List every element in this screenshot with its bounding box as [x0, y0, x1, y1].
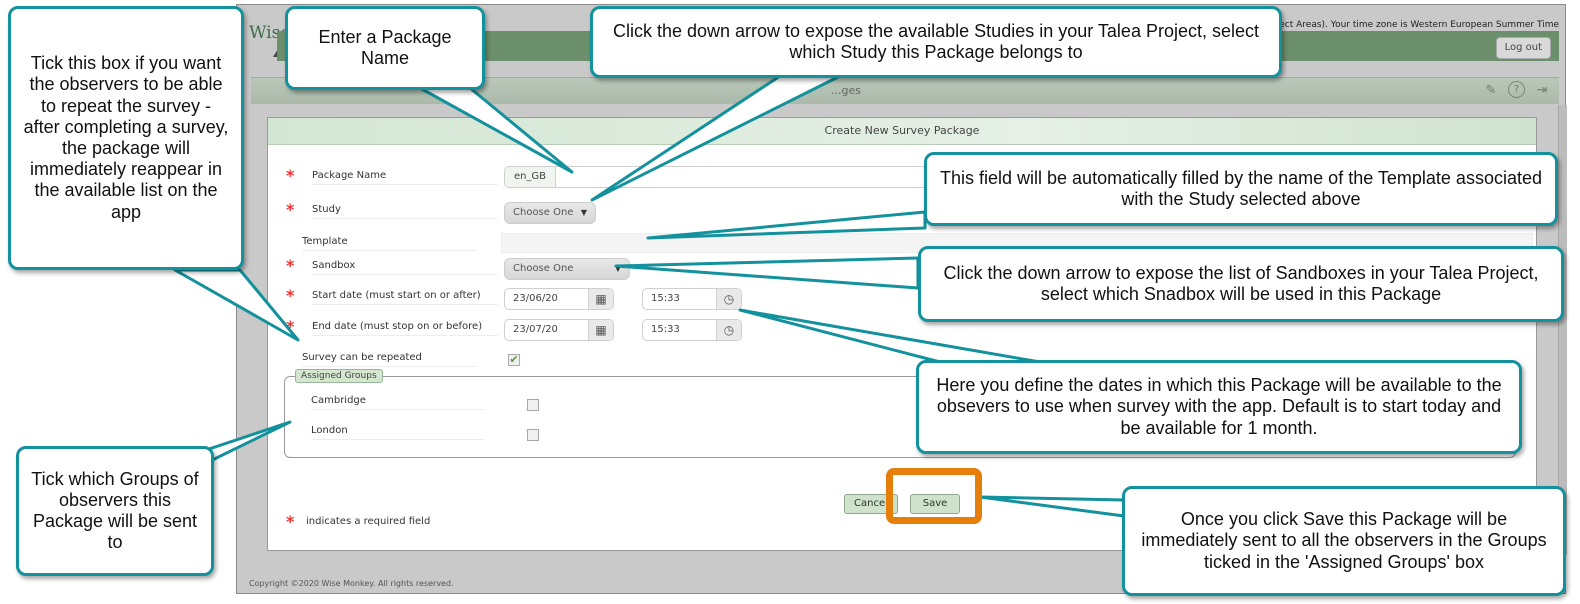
copyright-text: Copyright ©2020 Wise Monkey. All rights … — [249, 579, 454, 588]
exit-icon[interactable]: ⇥ — [1533, 81, 1551, 99]
start-time-value: 15:33 — [651, 293, 680, 304]
callout-package-name: Enter a Package Name — [285, 6, 485, 90]
repeat-checkbox[interactable]: ✔ — [508, 354, 520, 366]
group-checkbox-london[interactable] — [527, 429, 539, 441]
calendar-icon[interactable]: ▦ — [588, 320, 613, 340]
callout-study: Click the down arrow to expose the avail… — [590, 6, 1282, 78]
callout-sandbox: Click the down arrow to expose the list … — [918, 246, 1564, 322]
end-date-label: End date (must stop on or before) — [312, 321, 498, 336]
callout-repeat: Tick this box if you want the observers … — [8, 6, 244, 270]
callout-save: Once you click Save this Package will be… — [1122, 486, 1566, 596]
study-label: Study — [312, 204, 498, 219]
assigned-groups-legend: Assigned Groups — [295, 369, 383, 383]
end-date-value: 23/07/20 — [513, 324, 558, 335]
required-marker: * — [286, 256, 295, 275]
repeat-label: Survey can be repeated — [302, 352, 476, 367]
required-note: indicates a required field — [306, 516, 431, 527]
required-marker: * — [286, 200, 295, 219]
group-label-cambridge: Cambridge — [311, 395, 485, 410]
calendar-icon[interactable]: ▦ — [588, 289, 613, 309]
group-checkbox-cambridge[interactable] — [527, 399, 539, 411]
sandbox-label: Sandbox — [312, 260, 498, 275]
end-time-input[interactable]: 15:33 ◷ — [642, 319, 742, 341]
callout-dates: Here you define the dates in which this … — [916, 360, 1522, 454]
help-icon[interactable]: ? — [1508, 81, 1525, 98]
start-time-input[interactable]: 15:33 ◷ — [642, 288, 742, 310]
callout-groups: Tick which Groups of observers this Pack… — [16, 446, 214, 576]
pencil-icon[interactable]: ✎ — [1482, 81, 1500, 99]
template-label: Template — [302, 236, 476, 251]
save-highlight-box — [886, 468, 982, 524]
start-date-input[interactable]: 23/06/20 ▦ — [504, 288, 614, 310]
clock-icon[interactable]: ◷ — [716, 289, 741, 309]
group-label-london: London — [311, 425, 485, 440]
required-marker: * — [286, 317, 295, 336]
package-name-label: Package Name — [312, 170, 498, 185]
start-date-value: 23/06/20 — [513, 293, 558, 304]
form-title: Create New Survey Package — [268, 118, 1536, 145]
start-date-label: Start date (must start on or after) — [312, 290, 498, 305]
end-date-input[interactable]: 23/07/20 ▦ — [504, 319, 614, 341]
callout-template: This field will be automatically filled … — [924, 152, 1558, 226]
end-time-value: 15:33 — [651, 324, 680, 335]
required-marker: * — [286, 512, 295, 531]
page-title: ...ges — [831, 84, 861, 97]
study-value: Choose One — [513, 207, 574, 218]
required-marker: * — [286, 166, 295, 185]
chevron-down-icon[interactable]: ▼ — [581, 203, 587, 223]
timezone-text: ject Areas). Your time zone is Western E… — [1276, 20, 1559, 30]
clock-icon[interactable]: ◷ — [716, 320, 741, 340]
sandbox-select[interactable]: Choose One ▼ — [504, 258, 630, 280]
sandbox-value: Choose One — [513, 263, 574, 274]
logout-button[interactable]: Log out — [1495, 37, 1551, 59]
required-marker: * — [286, 286, 295, 305]
locale-prefix: en_GB — [505, 167, 556, 187]
chevron-down-icon[interactable]: ▼ — [615, 259, 621, 279]
study-select[interactable]: Choose One ▼ — [504, 202, 596, 224]
